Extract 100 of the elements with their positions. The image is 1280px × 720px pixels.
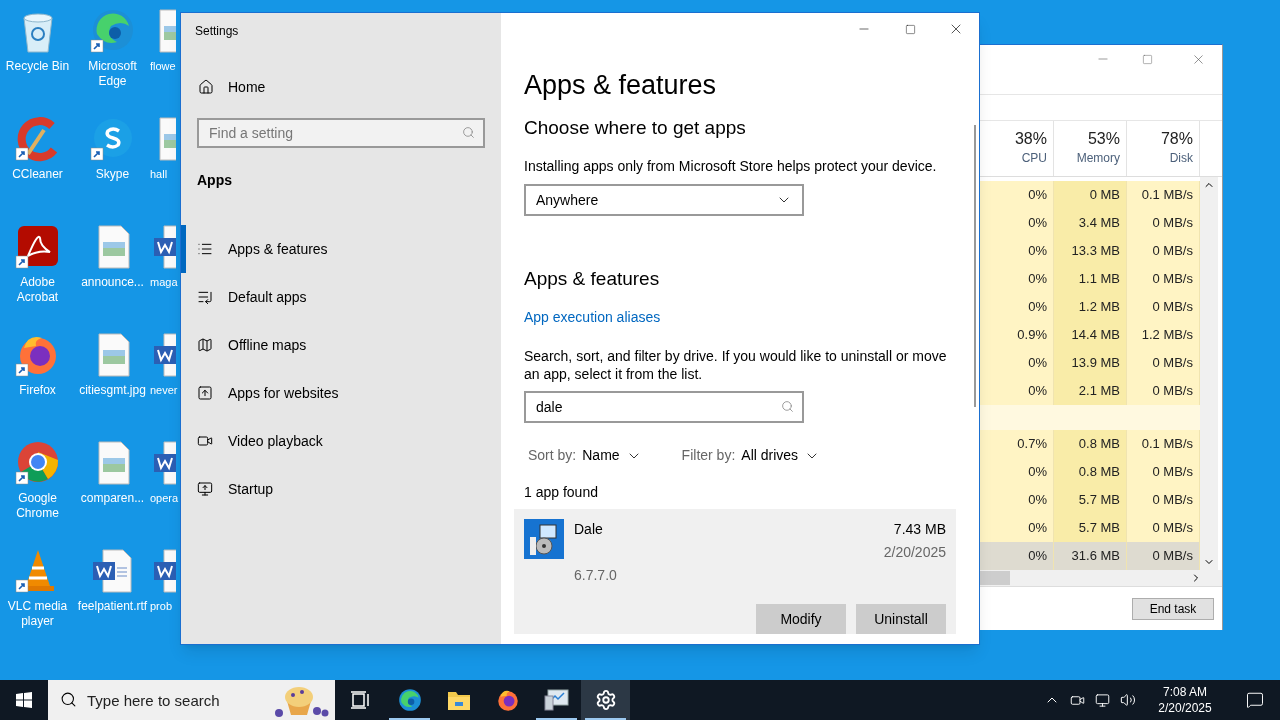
- result-count: 1 app found: [524, 483, 599, 501]
- table-cell: 2.1 MB: [1054, 377, 1127, 405]
- list-icon: [197, 241, 213, 257]
- table-cell: 0.8 MB: [1054, 458, 1127, 486]
- summary-percent: 38%: [1014, 129, 1047, 149]
- process-row[interactable]: 0% 5.7 MB 0 MB/s: [980, 514, 1200, 542]
- process-row[interactable]: 0% 0 MB 0.1 MB/s: [980, 181, 1200, 209]
- task-view-icon: [350, 691, 371, 709]
- table-cell: 0.1 MB/s: [1127, 430, 1200, 458]
- process-row[interactable]: 0% 5.7 MB 0 MB/s: [980, 486, 1200, 514]
- table-cell: 0 MB: [1054, 181, 1127, 209]
- nav-item[interactable]: Offline maps: [181, 321, 501, 369]
- description: Installing apps only from Microsoft Store helps protect your device.: [524, 157, 938, 175]
- find-setting-field[interactable]: Find a setting: [197, 118, 485, 148]
- app-size: 7.43 MB: [893, 520, 946, 539]
- volume-icon[interactable]: [1120, 692, 1136, 708]
- table-cell: 1.1 MB: [1054, 265, 1127, 293]
- horizontal-scrollbar[interactable]: [980, 570, 1222, 586]
- app-name: Dale: [574, 520, 603, 539]
- nav-item[interactable]: Default apps: [181, 273, 501, 321]
- table-cell: 0 MB/s: [1127, 514, 1200, 542]
- table-cell: 0 MB/s: [1127, 349, 1200, 377]
- windows-logo-icon: [16, 692, 32, 708]
- search-icon: [60, 691, 77, 708]
- nav-item[interactable]: Startup: [181, 465, 501, 513]
- column-header[interactable]: CPU: [1021, 149, 1047, 167]
- nav-item[interactable]: Video playback: [181, 417, 501, 465]
- table-cell: 0%: [980, 209, 1054, 237]
- process-row[interactable]: 0% 0.8 MB 0 MB/s: [980, 458, 1200, 486]
- edge-icon: [396, 687, 423, 713]
- table-cell: 0%: [980, 514, 1054, 542]
- process-row[interactable]: 0% 2.1 MB 0 MB/s: [980, 377, 1200, 405]
- scrollbar[interactable]: [974, 125, 976, 407]
- process-row[interactable]: 0% 3.4 MB 0 MB/s: [980, 209, 1200, 237]
- table-cell: 13.9 MB: [1054, 349, 1127, 377]
- nav-item[interactable]: Apps for websites: [181, 369, 501, 417]
- table-cell: 0 MB/s: [1127, 486, 1200, 514]
- table-cell: 0.8 MB: [1054, 430, 1127, 458]
- table-cell: 0%: [980, 486, 1054, 514]
- process-row[interactable]: 0% 1.2 MB 0 MB/s: [980, 293, 1200, 321]
- process-row[interactable]: 0% 31.6 MB 0 MB/s: [980, 542, 1200, 570]
- table-cell: 1.2 MB/s: [1127, 321, 1200, 349]
- settings-icon: [594, 689, 617, 711]
- modify-button[interactable]: Modify: [756, 604, 846, 634]
- upload-icon: [197, 385, 213, 401]
- table-cell: 5.7 MB: [1054, 514, 1127, 542]
- table-cell: 3.4 MB: [1054, 209, 1127, 237]
- table-cell: 0 MB/s: [1127, 293, 1200, 321]
- column-header[interactable]: Memory: [1076, 149, 1120, 167]
- app-version: 6.7.7.0: [574, 566, 618, 585]
- app-list-item[interactable]: Dale 7.43 MB 2/20/2025 6.7.7.0 Modify Uninstall: [514, 509, 956, 634]
- home-icon: [198, 79, 214, 95]
- monitor-icon: [197, 481, 213, 497]
- description: Search, sort, and filter by drive. If you would like to uninstall or move an app, select it from the list.: [524, 347, 948, 383]
- app-search-field[interactable]: dale: [524, 391, 804, 423]
- scrollbar[interactable]: [1200, 177, 1218, 570]
- section-title: Apps: [197, 171, 233, 190]
- video-icon: [197, 433, 213, 449]
- search-icon: [781, 400, 794, 413]
- notification-icon: [1246, 691, 1264, 709]
- section-heading: Choose where to get apps: [524, 116, 747, 140]
- summary-percent: 53%: [1087, 129, 1120, 149]
- clock[interactable]: 7:08 AM 2/20/2025: [1150, 684, 1220, 716]
- maximize-icon: [904, 23, 916, 35]
- column-header[interactable]: Disk: [1169, 149, 1193, 167]
- folder-icon: [446, 689, 471, 711]
- monitor-chart-icon: [543, 688, 570, 712]
- process-row[interactable]: 0% 1.1 MB 0 MB/s: [980, 265, 1200, 293]
- process-row[interactable]: 0.7% 0.8 MB 0.1 MB/s: [980, 430, 1200, 458]
- summary-percent: 78%: [1160, 129, 1193, 149]
- end-task-button[interactable]: End task: [1132, 597, 1214, 620]
- section-heading: Apps & features: [524, 267, 661, 291]
- table-cell: 0 MB/s: [1127, 458, 1200, 486]
- table-cell: 0%: [980, 458, 1054, 486]
- app-execution-aliases-link[interactable]: App execution aliases: [524, 308, 661, 326]
- table-cell: 0%: [980, 349, 1054, 377]
- sort-dropdown[interactable]: Sort by: Name: [528, 445, 642, 466]
- filter-dropdown[interactable]: Filter by: All drives: [681, 445, 821, 466]
- table-cell: 0%: [980, 237, 1054, 265]
- scrollbar-thumb[interactable]: [980, 571, 1010, 585]
- table-cell: 0 MB/s: [1127, 237, 1200, 265]
- table-cell: 0.7%: [980, 430, 1054, 458]
- table-cell: 0 MB/s: [1127, 209, 1200, 237]
- uninstall-button[interactable]: Uninstall: [856, 604, 946, 634]
- taskbar-search-field[interactable]: Type here to search: [48, 680, 335, 720]
- source-dropdown[interactable]: Anywhere: [524, 184, 804, 216]
- table-cell: 0%: [980, 377, 1054, 405]
- table-cell: 0%: [980, 293, 1054, 321]
- page-heading: Apps & features: [524, 69, 718, 102]
- home-link[interactable]: Home: [198, 74, 501, 100]
- process-row[interactable]: 0% 13.9 MB 0 MB/s: [980, 349, 1200, 377]
- table-cell: 0%: [980, 181, 1054, 209]
- window-title: Settings: [195, 24, 240, 38]
- process-row[interactable]: 0.9% 14.4 MB 1.2 MB/s: [980, 321, 1200, 349]
- taskbar-app[interactable]: [581, 680, 630, 720]
- network-icon[interactable]: [1095, 692, 1110, 708]
- table-cell: 0 MB/s: [1127, 265, 1200, 293]
- process-row[interactable]: 0% 13.3 MB 0 MB/s: [980, 237, 1200, 265]
- installer-icon: [524, 519, 564, 559]
- table-cell: 0%: [980, 265, 1054, 293]
